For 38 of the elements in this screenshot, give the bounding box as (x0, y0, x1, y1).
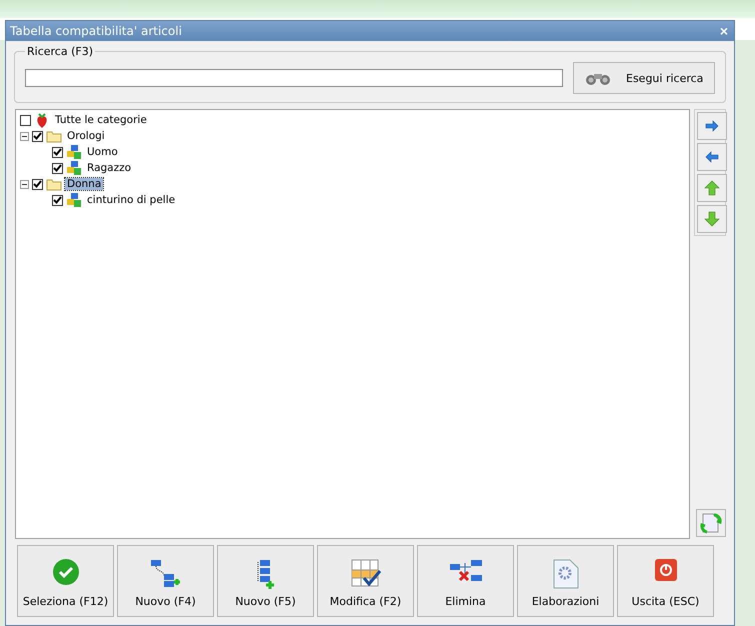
move-left-button[interactable] (697, 143, 727, 171)
checkbox[interactable] (52, 194, 63, 206)
arrow-down-icon (704, 211, 720, 227)
power-icon (654, 558, 678, 582)
blocks-icon (66, 160, 82, 176)
toolbar-button[interactable]: Nuovo (F5) (217, 545, 314, 617)
move-right-button[interactable] (697, 112, 727, 140)
tree-item[interactable]: Donna (65, 178, 104, 190)
toolbar-button[interactable]: Elimina (417, 545, 514, 617)
tree-item[interactable]: cinturino di pelle (85, 194, 178, 206)
blocks-icon (66, 192, 82, 208)
group-legend: Ricerca (F3) (25, 45, 95, 58)
toolbar-button[interactable]: Seleziona (F12) (17, 545, 114, 617)
checkbox[interactable] (20, 114, 31, 126)
arrow-up-icon (704, 180, 720, 196)
tree-item[interactable]: Tutte le categorie (53, 114, 149, 126)
checkbox[interactable] (52, 146, 63, 158)
toolbar-button[interactable]: Elaborazioni (517, 545, 614, 617)
toolbar-button[interactable]: Uscita (ESC) (617, 545, 714, 617)
document-refresh-icon (700, 512, 722, 534)
window-title: Tabella compatibilita' articoli (10, 24, 182, 38)
checkbox[interactable] (52, 162, 63, 174)
checkmark-icon (52, 558, 80, 586)
collapse-toggle[interactable] (20, 180, 29, 188)
search-field[interactable] (25, 69, 563, 87)
tree-add-icon (150, 558, 182, 590)
collapse-toggle[interactable] (20, 132, 29, 140)
search-button[interactable]: Esegui ricerca (573, 62, 715, 94)
tree-item[interactable]: Ragazzo (85, 162, 134, 174)
blocks-icon (66, 144, 82, 160)
arrow-left-icon (704, 149, 720, 165)
tree-item[interactable]: Uomo (85, 146, 120, 158)
checkbox[interactable] (32, 130, 43, 142)
arrow-right-icon (704, 118, 720, 134)
toolbar-button[interactable]: Nuovo (F4) (117, 545, 214, 617)
tree-item[interactable]: Orologi (65, 130, 107, 142)
checkbox[interactable] (32, 178, 43, 190)
toolbar-button[interactable]: Modifica (F2) (317, 545, 414, 617)
